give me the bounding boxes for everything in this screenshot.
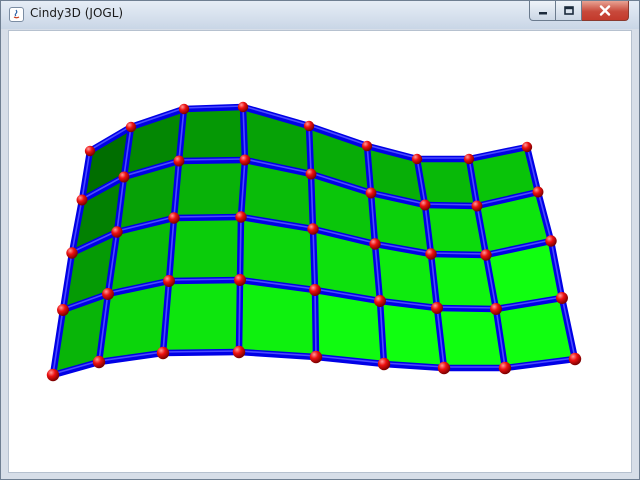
mesh-node[interactable]	[239, 154, 251, 166]
mesh-node[interactable]	[163, 275, 175, 287]
mesh-node[interactable]	[411, 153, 423, 165]
close-button[interactable]	[582, 1, 629, 21]
mesh-edge-highlight	[424, 203, 478, 206]
mesh-face	[163, 280, 240, 353]
mesh-edge-highlight	[436, 306, 497, 309]
mesh-node[interactable]	[490, 303, 502, 315]
mesh-node[interactable]	[419, 199, 431, 211]
mesh-node[interactable]	[463, 153, 475, 165]
mesh-node[interactable]	[232, 345, 246, 359]
mesh-edge-highlight	[162, 350, 240, 353]
mesh-face	[179, 107, 245, 161]
mesh-edge-highlight	[238, 278, 241, 352]
mesh-node[interactable]	[305, 168, 317, 180]
render-canvas[interactable]	[8, 30, 632, 473]
mesh-node[interactable]	[532, 186, 544, 198]
mesh-edge-highlight	[430, 252, 487, 255]
mesh-node[interactable]	[235, 211, 247, 223]
mesh-node[interactable]	[309, 350, 323, 364]
mesh-node[interactable]	[237, 101, 249, 113]
mesh-edge-highlight	[314, 288, 317, 357]
app-window: Cindy3D (JOGL)	[0, 0, 640, 480]
mesh-node[interactable]	[365, 187, 377, 199]
mesh-node[interactable]	[57, 304, 69, 316]
mesh-edge-highlight	[178, 158, 246, 161]
mesh-node[interactable]	[84, 145, 96, 157]
mesh-node[interactable]	[377, 357, 391, 371]
mesh-node[interactable]	[425, 248, 437, 260]
title-bar[interactable]: Cindy3D (JOGL)	[1, 1, 639, 29]
mesh-node[interactable]	[471, 200, 483, 212]
mesh-node[interactable]	[303, 120, 315, 132]
mesh-node[interactable]	[234, 274, 246, 286]
mesh-node[interactable]	[125, 121, 137, 133]
mesh-node[interactable]	[361, 140, 373, 152]
mesh-node[interactable]	[46, 368, 60, 382]
minimize-button[interactable]	[529, 1, 556, 21]
mesh-node[interactable]	[521, 141, 533, 153]
mesh-node[interactable]	[66, 247, 78, 259]
window-title: Cindy3D (JOGL)	[30, 6, 124, 20]
mesh-node[interactable]	[168, 212, 180, 224]
minimize-icon	[538, 11, 547, 14]
mesh-node[interactable]	[437, 361, 451, 375]
mesh-node[interactable]	[309, 284, 321, 296]
mesh-node[interactable]	[76, 194, 88, 206]
mesh-node[interactable]	[92, 355, 106, 369]
mesh-node[interactable]	[173, 155, 185, 167]
mesh-edge-highlight	[173, 215, 242, 218]
mesh-face	[169, 217, 241, 281]
mesh-edge-highlight	[168, 278, 241, 281]
mesh-node[interactable]	[118, 171, 130, 183]
mesh-node[interactable]	[178, 103, 190, 115]
mesh-node[interactable]	[545, 235, 557, 247]
mesh-node[interactable]	[568, 352, 582, 366]
mesh-node[interactable]	[431, 302, 443, 314]
mesh-face	[174, 160, 245, 218]
mesh-node[interactable]	[498, 361, 512, 375]
surface-mesh[interactable]	[9, 31, 631, 472]
mesh-node[interactable]	[307, 223, 319, 235]
mesh-node[interactable]	[111, 226, 123, 238]
java-icon[interactable]	[9, 7, 24, 22]
mesh-node[interactable]	[374, 295, 386, 307]
maximize-button[interactable]	[556, 1, 582, 21]
mesh-node[interactable]	[480, 249, 492, 261]
mesh-node[interactable]	[369, 238, 381, 250]
mesh-node[interactable]	[156, 346, 170, 360]
mesh-node[interactable]	[556, 292, 568, 304]
maximize-icon	[563, 6, 574, 15]
mesh-node[interactable]	[102, 288, 114, 300]
close-icon	[599, 5, 611, 16]
mesh-edge-highlight	[239, 215, 242, 280]
